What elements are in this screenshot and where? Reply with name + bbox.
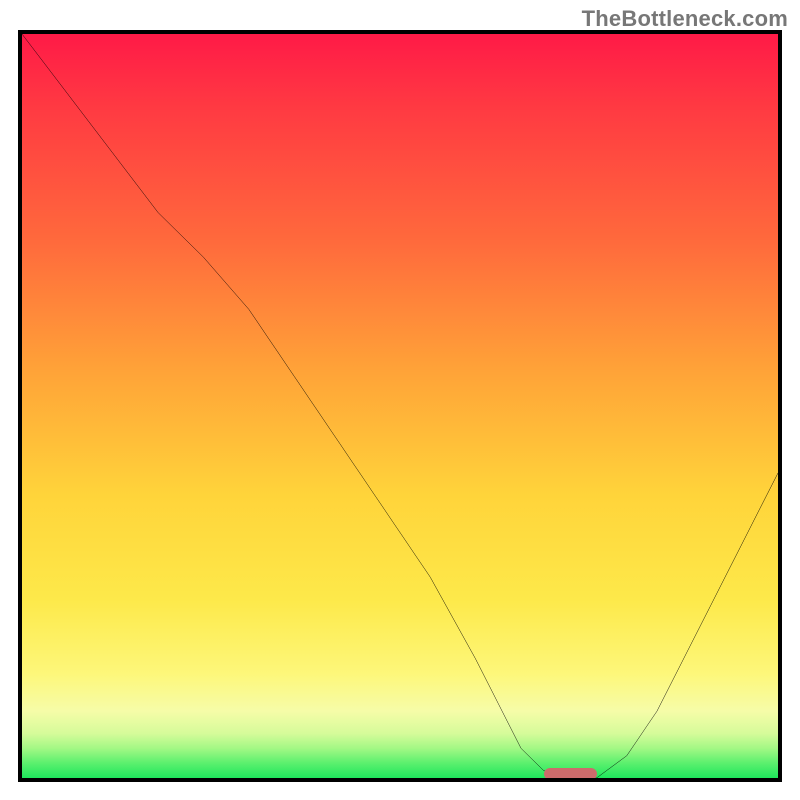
watermark-text: TheBottleneck.com xyxy=(582,6,788,32)
chart-frame xyxy=(18,30,782,782)
trough-marker xyxy=(544,768,597,780)
curve-path xyxy=(22,34,778,778)
bottleneck-curve xyxy=(22,34,778,778)
